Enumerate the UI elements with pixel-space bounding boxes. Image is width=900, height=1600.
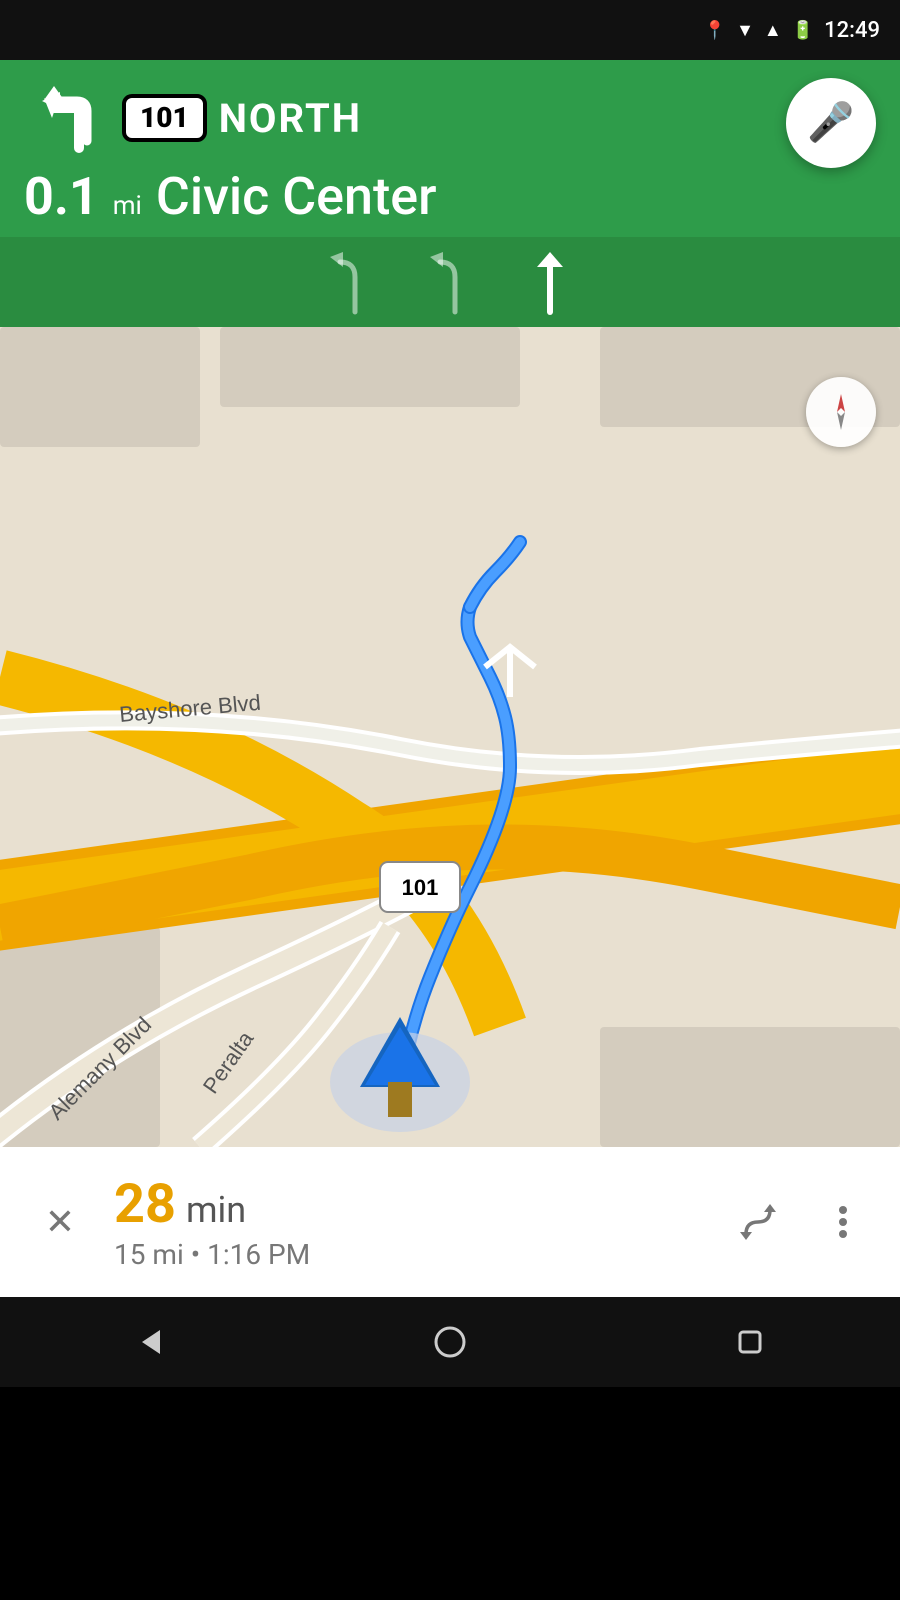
route-options-icon	[738, 1202, 778, 1242]
close-icon: ✕	[45, 1201, 75, 1243]
home-icon	[432, 1324, 468, 1360]
lane-left-turn-2	[425, 247, 485, 317]
bottom-actions	[730, 1195, 870, 1250]
back-button[interactable]	[120, 1312, 180, 1372]
street-name: Civic Center	[156, 166, 437, 227]
back-icon	[132, 1324, 168, 1360]
more-options-button[interactable]	[815, 1195, 870, 1250]
trip-details: 15 mi • 1:16 PM	[114, 1238, 730, 1271]
compass-icon	[819, 390, 863, 434]
close-button[interactable]: ✕	[30, 1192, 90, 1252]
trip-info: 28 min 15 mi • 1:16 PM	[90, 1173, 730, 1271]
mic-button[interactable]: 🎤	[786, 78, 876, 168]
home-button[interactable]	[420, 1312, 480, 1372]
highway-direction: NORTH	[219, 95, 362, 142]
signal-icon: ▲	[764, 20, 782, 41]
lane-straight-active	[525, 247, 575, 317]
wifi-icon: ▼	[736, 20, 754, 41]
distance-value: 0.1	[24, 171, 99, 223]
distance-unit: mi	[113, 191, 142, 221]
lane-guidance	[0, 237, 900, 327]
battery-icon: 🔋	[792, 20, 814, 41]
nav-header: 101 NORTH 🎤 0.1 mi Civic Center	[0, 60, 900, 237]
status-bar: 📍 ▼ ▲ 🔋 12:49	[0, 0, 900, 60]
route-options-button[interactable]	[730, 1195, 785, 1250]
microphone-icon: 🎤	[807, 101, 854, 145]
trip-min-label: min	[186, 1189, 246, 1231]
location-pin-icon: 📍	[704, 20, 726, 41]
highway-shield: 101	[122, 94, 207, 142]
system-nav-bar	[0, 1297, 900, 1387]
lane-left-turn-1	[325, 247, 385, 317]
trip-minutes: 28	[114, 1173, 176, 1236]
map-area[interactable]: 101 Bayshore Blvd Alemany Blvd Peralta	[0, 327, 900, 1147]
compass-button[interactable]	[806, 377, 876, 447]
highway-badge: 101 NORTH	[122, 94, 362, 142]
recents-button[interactable]	[720, 1312, 780, 1372]
svg-text:101: 101	[402, 875, 439, 900]
turn-arrow-icon	[24, 78, 104, 158]
status-time: 12:49	[824, 18, 880, 43]
recents-icon	[732, 1324, 768, 1360]
bottom-bar: ✕ 28 min 15 mi • 1:16 PM	[0, 1147, 900, 1297]
more-options-icon	[838, 1202, 848, 1242]
